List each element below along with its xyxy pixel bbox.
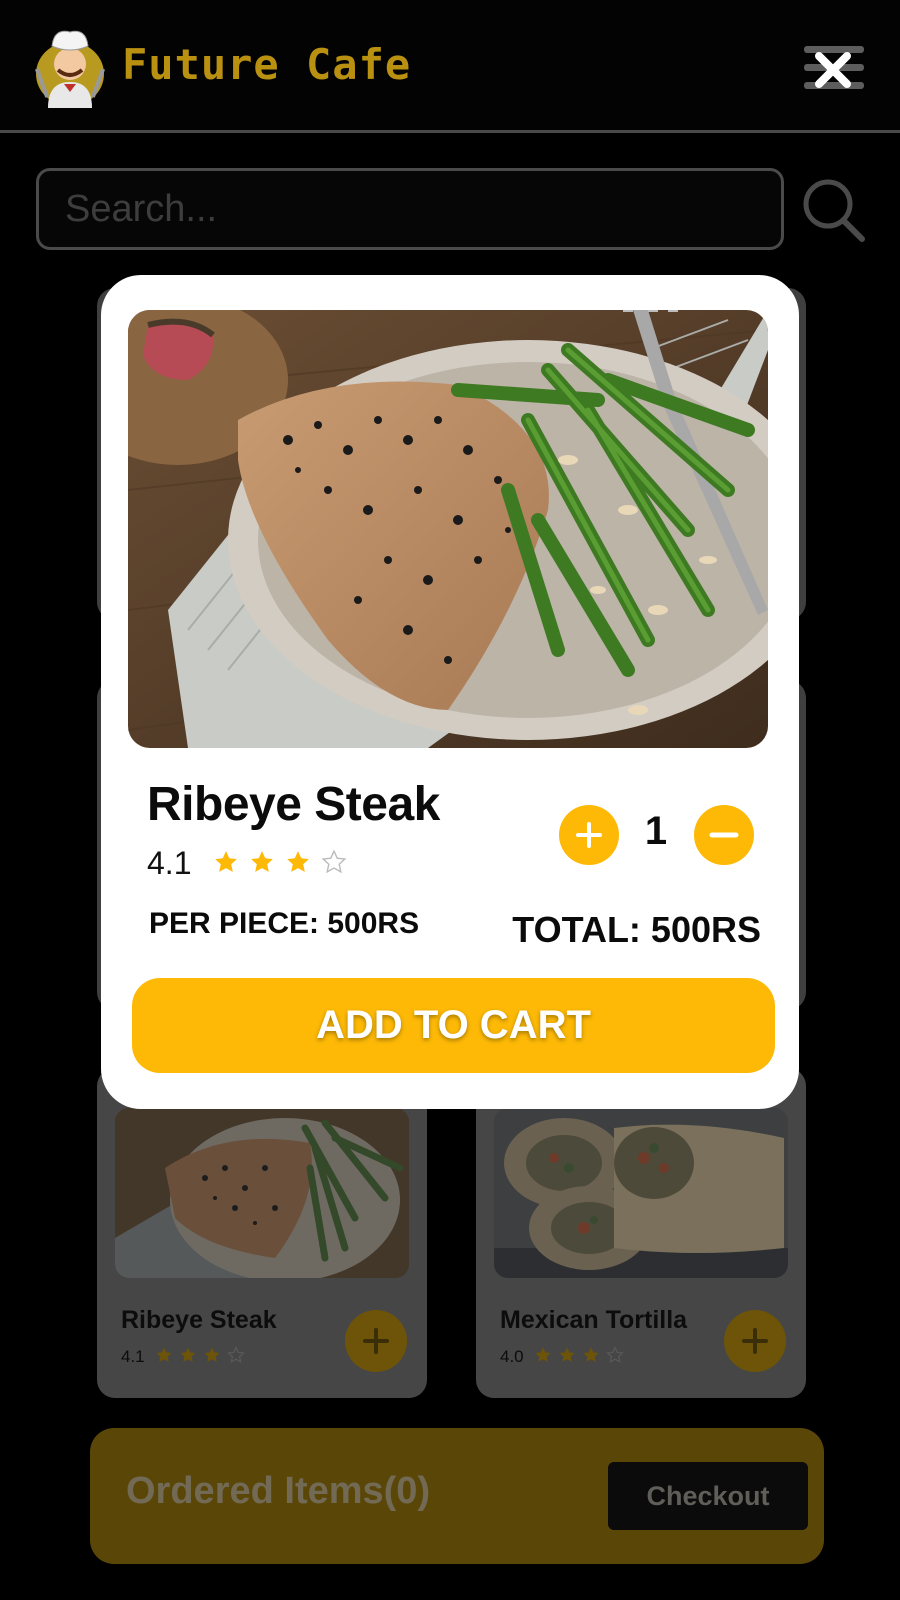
star-filled-icon (534, 1346, 552, 1368)
star-filled-icon (155, 1346, 173, 1368)
checkout-button[interactable]: Checkout (608, 1462, 808, 1530)
star-filled-icon (285, 849, 311, 879)
brand-name: Future Cafe (122, 40, 412, 89)
star-filled-icon (582, 1346, 600, 1368)
star-empty-icon (226, 1346, 245, 1368)
star-filled-icon (203, 1346, 221, 1368)
price-per-piece: PER PIECE: 500RS (149, 907, 420, 940)
add-item-button[interactable] (345, 1310, 407, 1372)
star-filled-icon (213, 849, 239, 879)
product-card[interactable]: Ribeye Steak 4.1 (97, 1068, 427, 1398)
star-filled-icon (249, 849, 275, 879)
product-rating: 4.1 (121, 1346, 245, 1368)
product-detail-modal: Ribeye Steak 4.1 1 PER PIECE: 500RS TOTA… (101, 275, 799, 1109)
star-filled-icon (558, 1346, 576, 1368)
product-image (494, 1108, 788, 1278)
rating-value: 4.1 (121, 1347, 145, 1366)
product-rating: 4.1 (147, 845, 347, 882)
menu-close-toggle[interactable] (800, 44, 866, 96)
product-rating: 4.0 (500, 1346, 624, 1368)
decrease-quantity-button[interactable] (694, 805, 754, 865)
add-to-cart-button[interactable]: ADD TO CART (132, 978, 775, 1073)
plus-icon (742, 1328, 768, 1354)
plus-icon (576, 822, 602, 848)
ordered-items-bar: Ordered Items(0) Checkout (90, 1428, 824, 1564)
increase-quantity-button[interactable] (559, 805, 619, 865)
minus-icon (709, 832, 739, 838)
plus-icon (363, 1328, 389, 1354)
search-input[interactable] (36, 168, 784, 250)
chef-logo-icon (34, 24, 106, 108)
product-card[interactable]: Mexican Tortilla 4.0 (476, 1068, 806, 1398)
rating-value: 4.0 (500, 1347, 524, 1366)
app-header: Future Cafe (0, 0, 900, 133)
close-icon[interactable] (800, 44, 866, 96)
product-name: Mexican Tortilla (500, 1306, 688, 1334)
total-price: TOTAL: 500RS (512, 909, 761, 950)
search-icon[interactable] (800, 176, 868, 246)
star-filled-icon (179, 1346, 197, 1368)
product-image (115, 1108, 409, 1278)
product-title: Ribeye Steak (147, 778, 440, 831)
star-empty-icon (321, 848, 347, 879)
quantity-value: 1 (644, 809, 668, 853)
rating-value: 4.1 (147, 845, 192, 881)
product-image (128, 310, 768, 748)
add-item-button[interactable] (724, 1310, 786, 1372)
ordered-items-label: Ordered Items(0) (126, 1470, 431, 1512)
product-name: Ribeye Steak (121, 1306, 277, 1334)
star-empty-icon (605, 1346, 624, 1368)
